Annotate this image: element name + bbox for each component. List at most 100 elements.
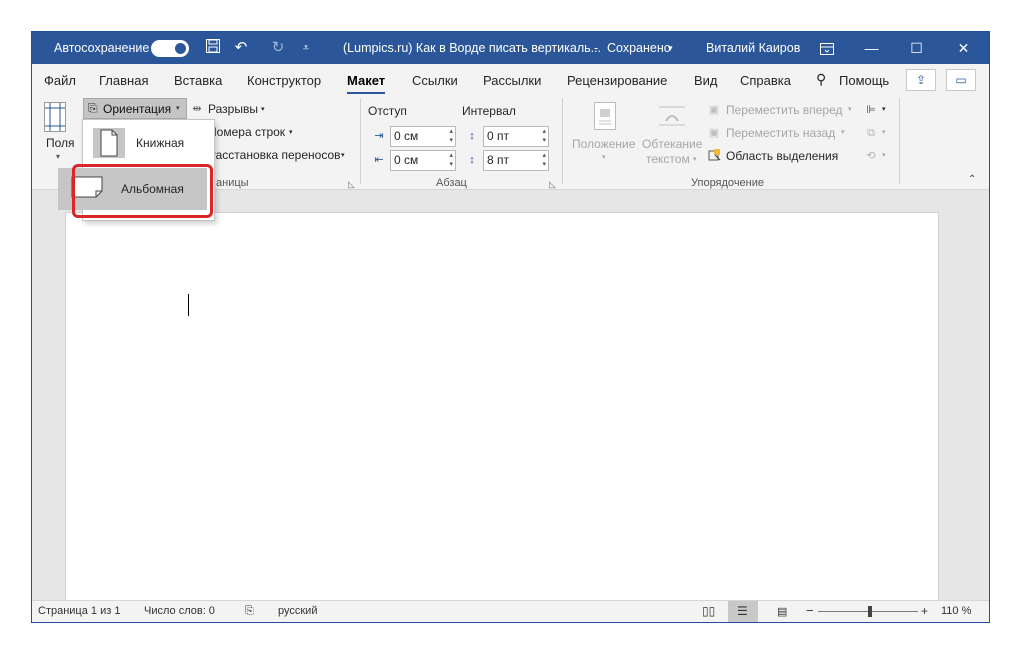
selection-pane-icon[interactable] xyxy=(707,148,723,164)
bring-forward-icon[interactable]: ▣ xyxy=(706,102,722,118)
orientation-portrait-option[interactable]: Книжная xyxy=(85,122,212,164)
position-chevron-icon[interactable]: ▾ xyxy=(602,153,606,161)
send-backward-chevron-icon[interactable]: ▾ xyxy=(841,128,845,136)
title-separator: - xyxy=(594,41,599,55)
indent-right-input[interactable]: 0 см ▴ ▾ xyxy=(390,150,456,171)
zoom-slider-thumb[interactable] xyxy=(868,606,872,617)
margins-chevron-icon[interactable]: ▾ xyxy=(56,152,60,161)
document-page[interactable] xyxy=(65,212,939,622)
align-chevron-icon[interactable]: ▾ xyxy=(882,105,886,113)
arrange-group-label: Упорядочение xyxy=(691,177,764,189)
save-status-chevron[interactable]: ▾ xyxy=(668,43,673,54)
spacing-after-icon: ↕ xyxy=(469,154,475,166)
line-numbers-chevron-icon[interactable]: ▾ xyxy=(289,128,293,136)
orientation-label: Ориентация xyxy=(103,102,172,116)
indent-left-input[interactable]: 0 см ▴ ▾ xyxy=(390,126,456,147)
word-count[interactable]: Число слов: 0 xyxy=(144,605,215,617)
close-icon[interactable]: ✕ xyxy=(941,32,986,64)
autosave-toggle[interactable] xyxy=(151,40,189,57)
hyphenation-label[interactable]: Расстановка переносов xyxy=(208,148,341,162)
proofing-icon[interactable]: ⎘ xyxy=(245,605,254,618)
bring-forward-label[interactable]: Переместить вперед xyxy=(726,103,842,117)
undo-icon[interactable]: ↶ xyxy=(231,38,251,58)
share-icon[interactable]: ⇪ xyxy=(906,69,936,91)
tab-review[interactable]: Рецензирование xyxy=(567,73,667,88)
zoom-in-button[interactable]: + xyxy=(921,604,928,618)
group-divider xyxy=(899,98,900,184)
hyphenation-chevron-icon[interactable]: ▾ xyxy=(341,151,345,159)
group-objects-chevron-icon[interactable]: ▾ xyxy=(882,128,886,136)
status-bar: Страница 1 из 1 Число слов: 0 ⎘ русский … xyxy=(32,600,989,622)
paragraph-launcher-icon[interactable]: ◺ xyxy=(549,179,556,190)
selection-pane-label[interactable]: Область выделения xyxy=(726,149,838,163)
spacing-before-icon: ↕ xyxy=(469,130,475,142)
rotate-chevron-icon[interactable]: ▾ xyxy=(882,151,886,159)
line-numbers-label[interactable]: Номера строк xyxy=(208,125,285,139)
page-setup-launcher-icon[interactable]: ◺ xyxy=(348,179,355,190)
document-area xyxy=(32,190,989,622)
bring-forward-chevron-icon[interactable]: ▾ xyxy=(848,105,852,113)
selection-highlight xyxy=(72,164,213,218)
autosave-label: Автосохранение xyxy=(54,41,150,55)
spacing-before-input[interactable]: 0 пт ▴ ▾ xyxy=(483,126,549,147)
ribbon-tabs: Файл Главная Вставка Конструктор Макет С… xyxy=(32,64,989,95)
ribbon-display-icon[interactable] xyxy=(804,32,849,64)
tab-design[interactable]: Конструктор xyxy=(247,73,321,88)
breaks-icon[interactable]: ⇹ xyxy=(189,101,205,117)
tab-help[interactable]: Справка xyxy=(740,73,791,88)
indent-left-icon: ⇥ xyxy=(374,130,384,142)
minimize-icon[interactable]: — xyxy=(849,32,894,64)
save-status[interactable]: Сохранено xyxy=(607,41,671,55)
spacing-label: Интервал xyxy=(462,104,516,118)
rotate-icon[interactable]: ⟲ xyxy=(863,148,879,164)
tab-file[interactable]: Файл xyxy=(44,73,76,88)
wrap-text-icon[interactable] xyxy=(657,104,687,130)
title-bar: Автосохранение ↶ ↻ ⩡ (Lumpics.ru) Как в … xyxy=(32,32,989,64)
comments-icon[interactable]: ▭ xyxy=(946,69,976,91)
orientation-chevron-icon: ▾ xyxy=(176,105,180,112)
save-icon[interactable] xyxy=(203,38,223,58)
group-objects-icon[interactable]: ⧉ xyxy=(863,125,879,141)
language[interactable]: русский xyxy=(278,605,317,617)
search-icon[interactable]: ⚲ xyxy=(816,71,826,88)
customize-qat-icon[interactable]: ⩡ xyxy=(296,38,316,58)
tab-references[interactable]: Ссылки xyxy=(412,73,458,88)
user-name[interactable]: Виталий Каиров xyxy=(706,41,800,55)
read-mode-icon[interactable]: ▯▯ xyxy=(702,604,715,618)
zoom-out-button[interactable]: − xyxy=(806,603,814,618)
tab-view[interactable]: Вид xyxy=(694,73,718,88)
breaks-label[interactable]: Разрывы xyxy=(208,102,258,116)
print-layout-button[interactable]: ☰ xyxy=(728,601,758,622)
spacing-after-input[interactable]: 8 пт ▴ ▾ xyxy=(483,150,549,171)
document-title: (Lumpics.ru) Как в Ворде писать вертикал… xyxy=(343,41,602,55)
page-setup-group-label: аницы xyxy=(216,177,249,189)
send-backward-icon[interactable]: ▣ xyxy=(706,125,722,141)
page-count[interactable]: Страница 1 из 1 xyxy=(38,605,120,617)
group-divider xyxy=(562,98,563,184)
align-icon[interactable]: ⊫ xyxy=(863,102,879,118)
tab-insert[interactable]: Вставка xyxy=(174,73,222,88)
margins-label[interactable]: Поля xyxy=(46,136,75,150)
wrap-text-label-2[interactable]: текстом xyxy=(646,152,690,166)
position-icon[interactable] xyxy=(594,102,616,130)
portrait-page-icon xyxy=(100,129,118,157)
send-backward-label[interactable]: Переместить назад xyxy=(726,126,835,140)
zoom-level[interactable]: 110 % xyxy=(941,605,971,617)
breaks-chevron-icon[interactable]: ▾ xyxy=(261,105,265,113)
indent-label: Отступ xyxy=(368,104,407,118)
search-label[interactable]: Помощь xyxy=(839,73,889,88)
position-label[interactable]: Положение xyxy=(572,137,635,151)
tab-mailings[interactable]: Рассылки xyxy=(483,73,541,88)
paragraph-group-label: Абзац xyxy=(436,177,467,189)
maximize-icon[interactable]: ☐ xyxy=(894,32,939,64)
wrap-text-chevron-icon[interactable]: ▾ xyxy=(693,155,697,163)
redo-icon[interactable]: ↻ xyxy=(268,38,288,58)
margins-icon[interactable] xyxy=(44,102,66,132)
indent-right-icon: ⇤ xyxy=(374,154,384,166)
tab-home[interactable]: Главная xyxy=(99,73,148,88)
collapse-ribbon-icon[interactable]: ⌃ xyxy=(968,174,976,185)
web-layout-icon[interactable]: ▤ xyxy=(777,605,787,618)
orientation-button[interactable]: ⎘ Ориентация ▾ xyxy=(83,98,187,119)
tab-layout[interactable]: Макет xyxy=(347,73,386,95)
wrap-text-label-1[interactable]: Обтекание xyxy=(642,137,702,151)
